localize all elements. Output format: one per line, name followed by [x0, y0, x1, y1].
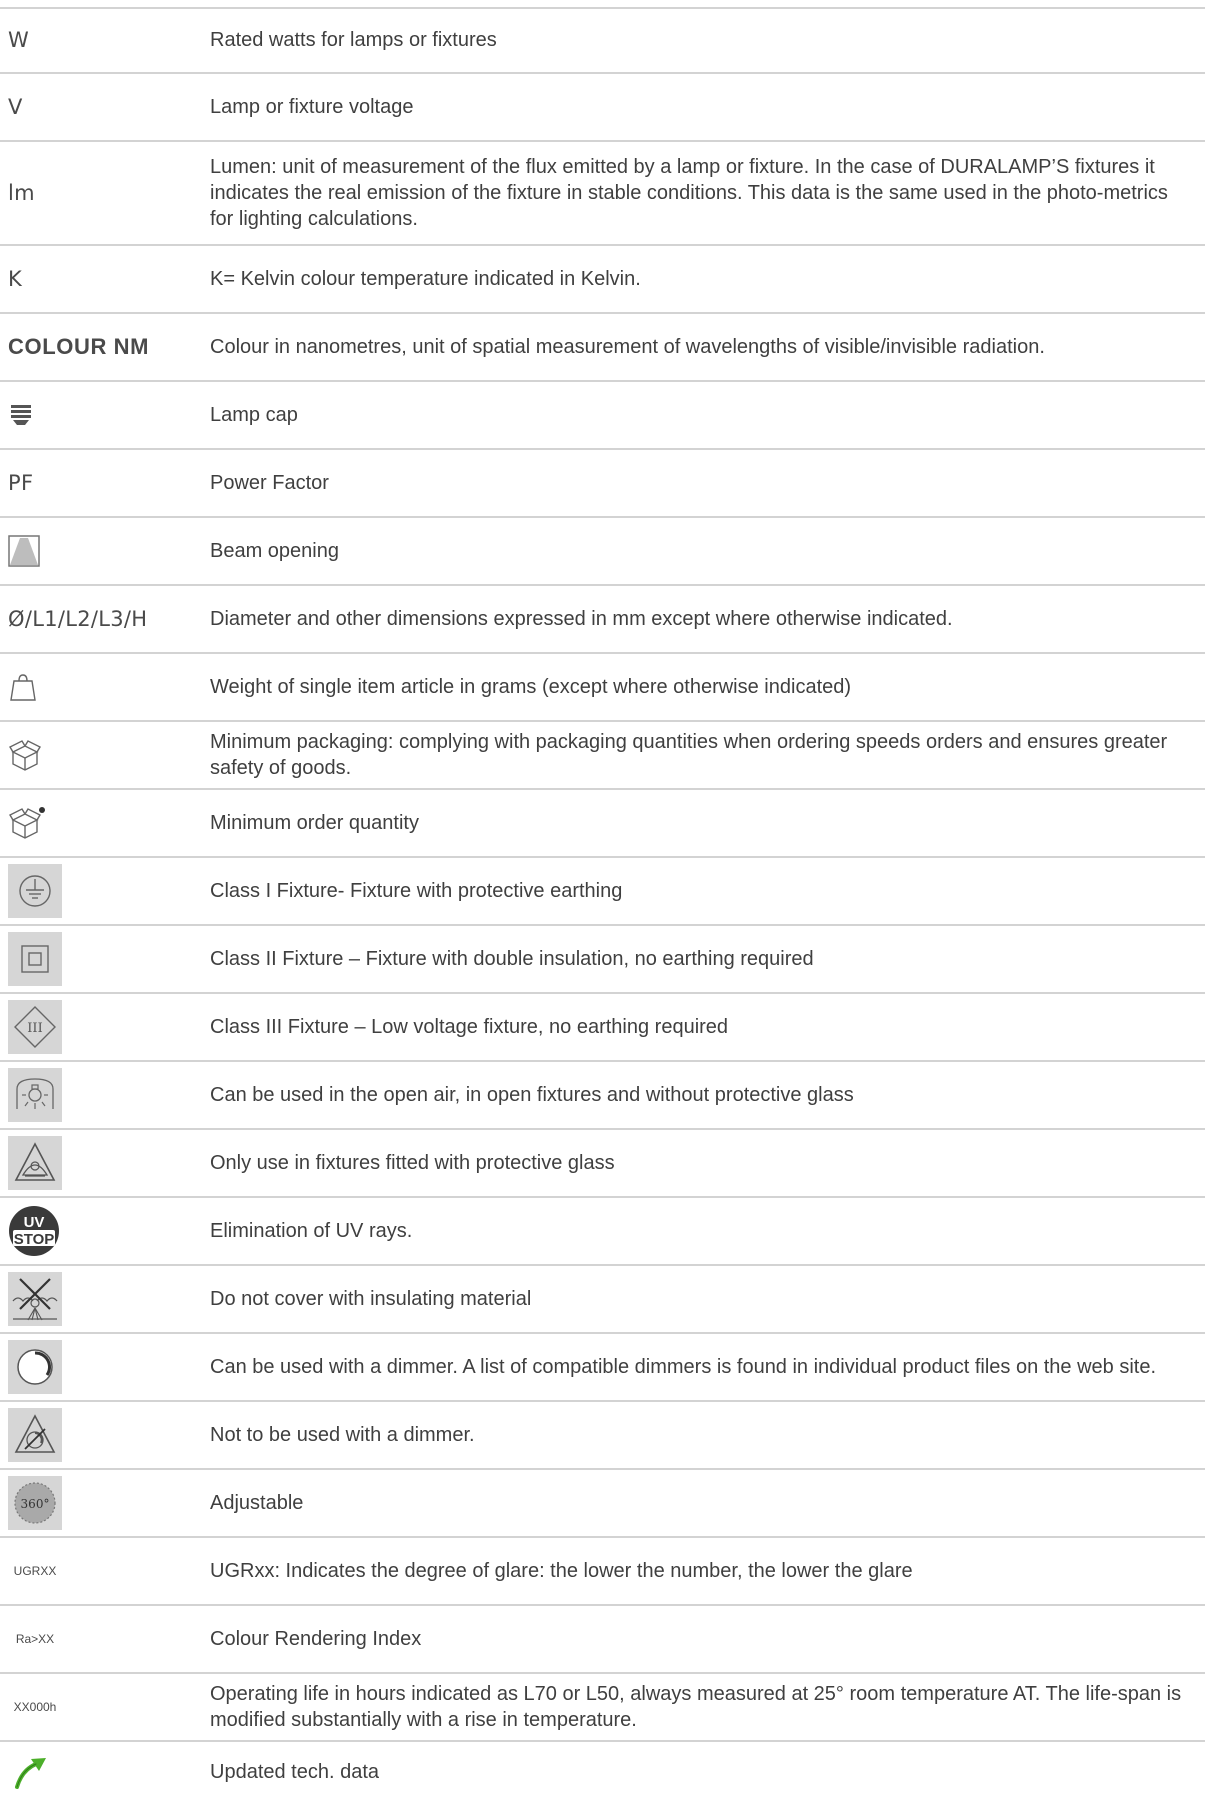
- protective-glass-icon: [8, 1136, 62, 1190]
- description-class-i: Class I Fixture- Fixture with protective…: [210, 880, 623, 902]
- legend-row-dimensions: Ø/L1/L2/L3/H Diameter and other dimensio…: [0, 586, 1205, 654]
- cri-code: Ra>XX: [15, 1632, 55, 1646]
- not-dimmable-icon: [8, 1408, 62, 1462]
- legend-row-dimmable: Can be used with a dimmer. A list of com…: [0, 1334, 1205, 1402]
- legend-row-operating-life: XX000h Operating life in hours indicated…: [0, 1674, 1205, 1742]
- description-not-dimmable: Not to be used with a dimmer.: [210, 1424, 475, 1446]
- legend-row-no-insulation-cover: Do not cover with insulating material: [0, 1266, 1205, 1334]
- legend-row-class-ii: Class II Fixture – Fixture with double i…: [0, 926, 1205, 994]
- open-air-use-icon: [8, 1068, 62, 1122]
- description-kelvin: K= Kelvin colour temperature indicated i…: [210, 268, 641, 290]
- description-dimensions: Diameter and other dimensions expressed …: [210, 608, 953, 630]
- description-voltage: Lamp or fixture voltage: [210, 96, 414, 118]
- uv-stop-top-text: UV: [24, 1214, 45, 1231]
- class-iii-low-voltage-icon: III: [8, 1000, 62, 1054]
- description-ugr: UGRxx: Indicates the degree of glare: th…: [210, 1560, 913, 1582]
- legend-row-watts: W Rated watts for lamps or fixtures: [0, 8, 1205, 74]
- description-minimum-packaging: Minimum packaging: complying with packag…: [210, 731, 1168, 779]
- legend-row-lumen: lm Lumen: unit of measurement of the flu…: [0, 142, 1205, 246]
- legend-row-cri: Ra>XX Colour Rendering Index: [0, 1606, 1205, 1674]
- dimmable-icon: [8, 1340, 62, 1394]
- legend-row-kelvin: K K= Kelvin colour temperature indicated…: [0, 246, 1205, 314]
- symbol-colour-nm: COLOUR NM: [8, 334, 150, 359]
- legend-row-beam-opening: Beam opening: [0, 518, 1205, 586]
- symbol-watts: W: [8, 28, 30, 52]
- symbol-kelvin: K: [8, 267, 23, 291]
- description-minimum-order: Minimum order quantity: [210, 812, 419, 834]
- legend-row-ugr: UGRXX UGRxx: Indicates the degree of gla…: [0, 1538, 1205, 1606]
- description-protective-glass: Only use in fixtures fitted with protect…: [210, 1152, 615, 1174]
- lamp-cap-icon: [8, 402, 34, 428]
- uv-stop-bottom-text: STOP: [14, 1231, 55, 1248]
- legend-row-minimum-packaging: Minimum packaging: complying with packag…: [0, 722, 1205, 790]
- legend-row-uv-stop: UV STOP Elimination of UV rays.: [0, 1198, 1205, 1266]
- legend-row-not-dimmable: Not to be used with a dimmer.: [0, 1402, 1205, 1470]
- legend-row-colour-nm: COLOUR NM Colour in nanometres, unit of …: [0, 314, 1205, 382]
- description-beam-opening: Beam opening: [210, 540, 339, 562]
- legend-row-power-factor: PF Power Factor: [0, 450, 1205, 518]
- description-no-insulation-cover: Do not cover with insulating material: [210, 1288, 532, 1310]
- legend-row-class-i: Class I Fixture- Fixture with protective…: [0, 858, 1205, 926]
- legend-row-open-air: Can be used in the open air, in open fix…: [0, 1062, 1205, 1130]
- minimum-packaging-icon: [8, 738, 42, 772]
- legend-row-voltage: V Lamp or fixture voltage: [0, 74, 1205, 142]
- legend-row-weight: Weight of single item article in grams (…: [0, 654, 1205, 722]
- description-watts: Rated watts for lamps or fixtures: [210, 29, 497, 51]
- symbol-lumen: lm: [8, 181, 35, 205]
- description-lumen: Lumen: unit of measurement of the flux e…: [210, 156, 1168, 230]
- description-adjustable: Adjustable: [210, 1492, 304, 1514]
- no-insulation-cover-icon: [8, 1272, 62, 1326]
- class-i-earth-icon: [8, 864, 62, 918]
- adjustable-360-text: 360°: [21, 1497, 50, 1511]
- operating-life-code: XX000h: [13, 1700, 57, 1714]
- minimum-order-icon: [8, 806, 46, 840]
- symbol-power-factor: PF: [8, 471, 34, 495]
- description-class-ii: Class II Fixture – Fixture with double i…: [210, 948, 814, 970]
- uv-stop-icon: UV STOP: [8, 1205, 60, 1257]
- legend-row-lamp-cap: Lamp cap: [0, 382, 1205, 450]
- description-uv-stop: Elimination of UV rays.: [210, 1220, 413, 1242]
- description-dimmable: Can be used with a dimmer. A list of com…: [210, 1356, 1157, 1378]
- legend-row-protective-glass: Only use in fixtures fitted with protect…: [0, 1130, 1205, 1198]
- legend-row-adjustable: 360° Adjustable: [0, 1470, 1205, 1538]
- description-operating-life: Operating life in hours indicated as L70…: [210, 1683, 1182, 1731]
- description-weight: Weight of single item article in grams (…: [210, 676, 852, 698]
- updated-arrow-icon: [14, 1754, 50, 1790]
- legend-row-class-iii: III Class III Fixture – Low voltage fixt…: [0, 994, 1205, 1062]
- description-lamp-cap: Lamp cap: [210, 404, 298, 426]
- description-power-factor: Power Factor: [210, 472, 329, 494]
- description-open-air: Can be used in the open air, in open fix…: [210, 1084, 854, 1106]
- description-updated-data: Updated tech. data: [210, 1761, 380, 1783]
- symbol-voltage: V: [8, 95, 23, 119]
- beam-opening-icon: [8, 535, 40, 567]
- ugr-code: UGRXX: [13, 1564, 57, 1578]
- description-colour-nm: Colour in nanometres, unit of spatial me…: [210, 336, 1045, 358]
- adjustable-360-icon: 360°: [8, 1476, 62, 1530]
- description-class-iii: Class III Fixture – Low voltage fixture,…: [210, 1016, 729, 1038]
- legend-row-updated-data: Updated tech. data: [0, 1742, 1205, 1802]
- symbol-legend: W Rated watts for lamps or fixtures V La…: [0, 0, 1205, 1802]
- weight-bag-icon: [8, 672, 38, 702]
- description-cri: Colour Rendering Index: [210, 1628, 422, 1650]
- symbol-dimensions: Ø/L1/L2/L3/H: [8, 607, 148, 631]
- legend-row-minimum-order: Minimum order quantity: [0, 790, 1205, 858]
- class-ii-double-insulation-icon: [8, 932, 62, 986]
- svg-text:III: III: [27, 1021, 42, 1036]
